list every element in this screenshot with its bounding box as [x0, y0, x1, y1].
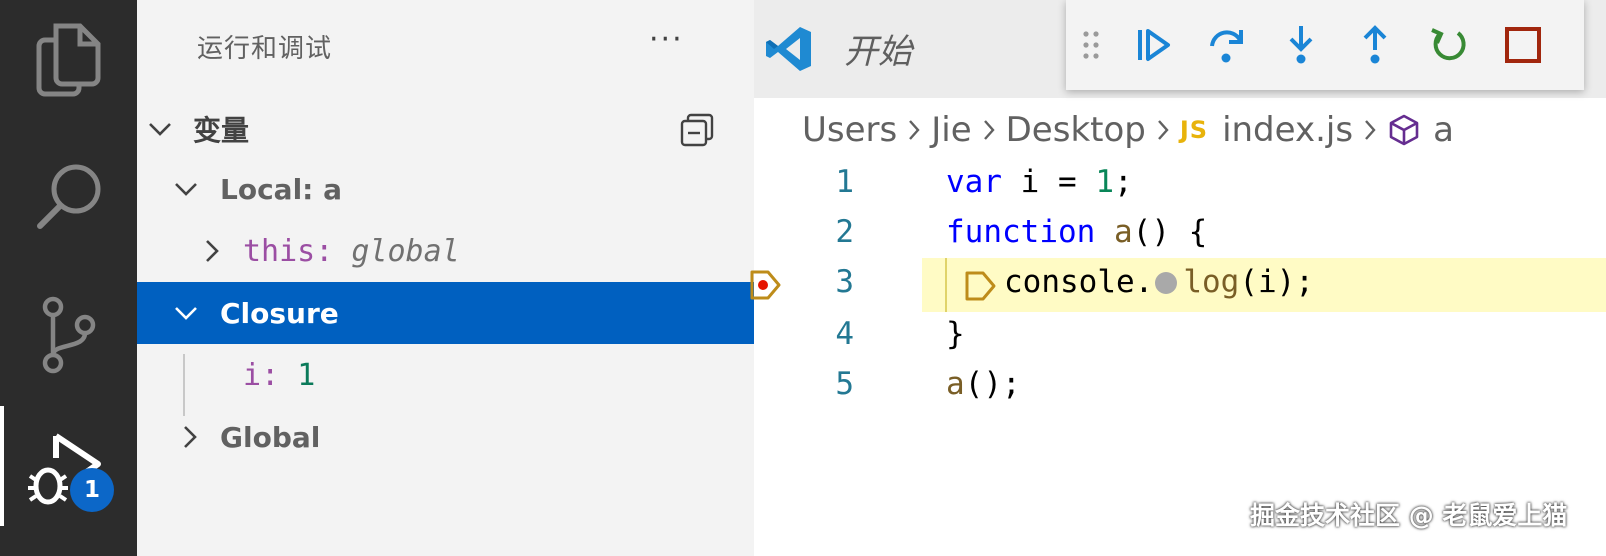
breadcrumb-jie[interactable]: Jie	[931, 110, 971, 150]
debug-toolbar	[1066, 0, 1584, 90]
breadcrumb: Users Jie Desktop JS index.js a	[802, 108, 1454, 152]
line-number: 3	[835, 264, 854, 300]
indent-guide	[945, 258, 947, 312]
code-line-4[interactable]: 4 }	[754, 310, 1606, 360]
debug-badge: 1	[70, 468, 114, 512]
line-number: 1	[835, 164, 854, 200]
js-file-icon: JS	[1179, 116, 1209, 144]
breakpoint-stack-frame-icon[interactable]	[748, 268, 782, 306]
scope-global-label: Global	[220, 420, 321, 454]
code-text: console. log(i);	[1004, 264, 1314, 300]
variable-this-text: this: global	[243, 233, 460, 269]
code-text: var i = 1;	[946, 164, 1133, 200]
variable-i-text: i: 1	[243, 357, 316, 393]
chevron-right-icon	[982, 118, 996, 142]
variable-this[interactable]: this: global	[137, 220, 754, 282]
step-out-icon[interactable]	[1338, 8, 1412, 82]
watermark: 掘金技术社区 @ 老鼠爱上猫	[1250, 501, 1568, 530]
code-line-2[interactable]: 2 function a() {	[754, 208, 1606, 258]
drag-handle-icon[interactable]	[1066, 8, 1116, 82]
symbol-method-icon	[1387, 113, 1421, 147]
editor-tab-bar: 开始	[754, 0, 1606, 98]
chevron-down-icon	[171, 298, 201, 328]
inline-breakpoint-icon[interactable]	[1155, 272, 1178, 294]
variables-label: 变量	[193, 114, 250, 147]
code-text: }	[946, 316, 965, 352]
continue-icon[interactable]	[1116, 8, 1190, 82]
variables-section-header[interactable]: 变量	[137, 98, 754, 160]
breadcrumb-users[interactable]: Users	[802, 110, 897, 150]
chevron-right-icon	[197, 236, 227, 266]
line-number: 5	[835, 366, 854, 402]
step-into-icon[interactable]	[1264, 8, 1338, 82]
chevron-right-icon	[1156, 118, 1170, 142]
scope-closure-label: Closure	[220, 296, 339, 330]
search-icon[interactable]	[0, 142, 137, 252]
chevron-down-icon	[171, 174, 201, 204]
scope-global[interactable]: Global	[137, 406, 754, 468]
activity-bar: 1	[0, 0, 137, 556]
scope-local-label: Local: a	[220, 172, 343, 206]
step-over-icon[interactable]	[1190, 8, 1264, 82]
code-text: function a() {	[946, 214, 1208, 250]
vscode-logo-icon	[764, 24, 814, 78]
run-debug-icon[interactable]: 1	[0, 406, 137, 526]
variable-i[interactable]: i: 1	[137, 344, 754, 406]
files-icon[interactable]	[0, 6, 137, 116]
source-control-icon[interactable]	[0, 280, 137, 390]
scope-local[interactable]: Local: a	[137, 158, 754, 220]
breadcrumb-desktop[interactable]: Desktop	[1006, 110, 1146, 150]
code-line-5[interactable]: 5 a();	[754, 360, 1606, 410]
code-line-1[interactable]: 1 var i = 1;	[754, 158, 1606, 208]
restart-icon[interactable]	[1412, 8, 1486, 82]
more-actions-button[interactable]: ···	[649, 22, 684, 57]
breadcrumb-symbol[interactable]: a	[1433, 110, 1454, 150]
chevron-right-icon	[907, 118, 921, 142]
chevron-right-icon	[175, 422, 205, 452]
tab-title[interactable]: 开始	[844, 24, 912, 73]
line-number: 4	[835, 316, 854, 352]
scope-closure[interactable]: Closure	[137, 282, 754, 344]
collapse-all-icon[interactable]	[679, 112, 715, 152]
sidebar-title: 运行和调试	[197, 34, 333, 64]
inline-stack-frame-icon	[964, 270, 998, 306]
code-line-3[interactable]: 3 console. log(i);	[750, 258, 1606, 312]
run-debug-sidebar: 运行和调试 ··· 变量 Local: a this: global Closu…	[137, 0, 754, 556]
line-number: 2	[835, 214, 854, 250]
stop-icon[interactable]	[1486, 8, 1560, 82]
chevron-down-icon	[145, 114, 175, 144]
code-text: a();	[946, 366, 1021, 402]
breadcrumb-file[interactable]: index.js	[1222, 110, 1353, 150]
editor-area: 开始 Users Jie Desktop JS index.js a 1 var…	[750, 0, 1606, 556]
chevron-right-icon	[1363, 118, 1377, 142]
